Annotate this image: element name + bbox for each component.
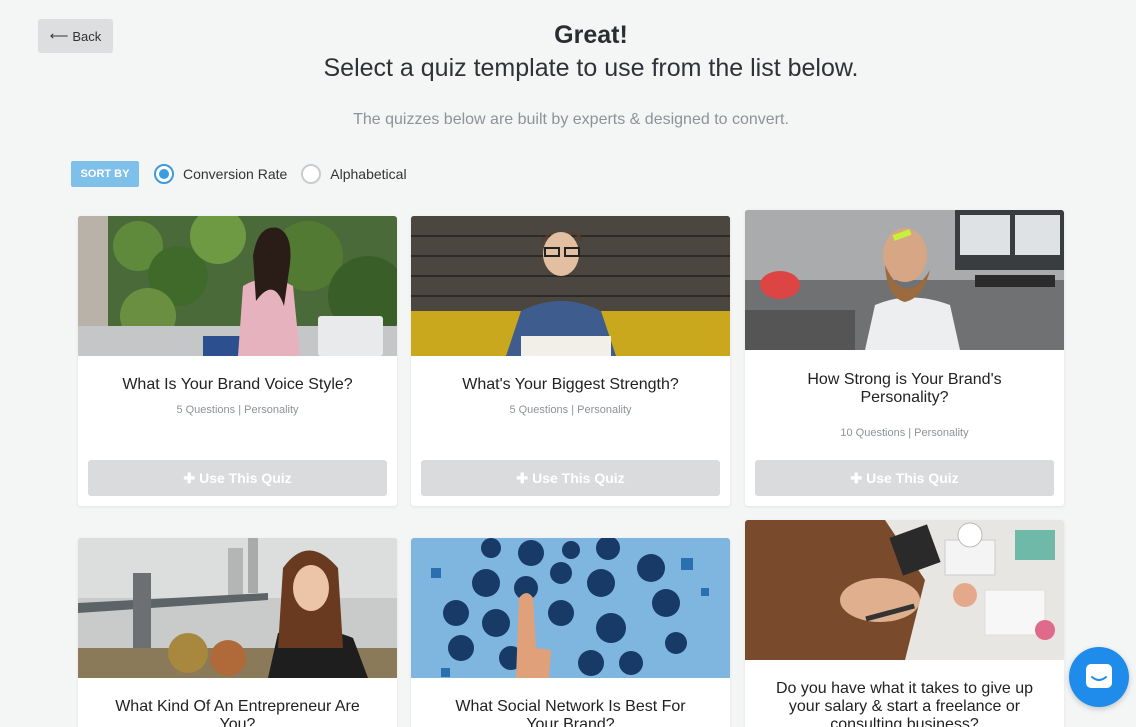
- quiz-meta: 5 Questions | Personality: [176, 404, 299, 416]
- quiz-title: Do you have what it takes to give up you…: [775, 680, 1034, 727]
- use-quiz-label: Use This Quiz: [199, 470, 292, 486]
- page-subtitle: Select a quiz template to use from the l…: [323, 54, 859, 82]
- quiz-image-man-writing: [411, 216, 730, 356]
- quiz-card: How Strong is Your Brand's Personality? …: [745, 210, 1064, 506]
- page-header: Great! Select a quiz template to use fro…: [0, 20, 1136, 85]
- use-quiz-label: Use This Quiz: [866, 470, 959, 486]
- quiz-title: What Kind Of An Entrepreneur Are You?: [115, 698, 360, 727]
- quiz-title: What Is Your Brand Voice Style?: [122, 376, 353, 393]
- chat-icon: [1086, 664, 1112, 688]
- quiz-card: What Is Your Brand Voice Style? 5 Questi…: [78, 216, 397, 506]
- sort-controls: SORT BY Conversion Rate Alphabetical: [71, 161, 407, 187]
- quiz-card: What's Your Biggest Strength? 5 Question…: [411, 216, 730, 506]
- quiz-card: What Kind Of An Entrepreneur Are You?: [78, 538, 397, 727]
- quiz-image-woman-phone: [78, 216, 397, 356]
- use-quiz-label: Use This Quiz: [532, 470, 625, 486]
- quiz-image-laughing-man: [745, 210, 1064, 350]
- quiz-title: How Strong is Your Brand's Personality?: [807, 371, 1002, 406]
- plus-icon: ✚: [516, 469, 529, 486]
- quiz-meta: 5 Questions | Personality: [509, 404, 632, 416]
- quiz-image-woman-bridge: [78, 538, 397, 678]
- sort-option-alphabetical[interactable]: Alphabetical: [301, 164, 407, 184]
- radio-checked-icon[interactable]: [154, 164, 174, 184]
- sort-by-badge: SORT BY: [71, 161, 139, 187]
- plus-icon: ✚: [850, 469, 863, 486]
- sort-option-label: Alphabetical: [330, 166, 407, 182]
- sort-option-label: Conversion Rate: [183, 166, 288, 182]
- use-this-quiz-button[interactable]: ✚ Use This Quiz: [755, 460, 1054, 496]
- quiz-image-social-network: [411, 538, 730, 678]
- use-this-quiz-button[interactable]: ✚ Use This Quiz: [88, 460, 387, 496]
- use-this-quiz-button[interactable]: ✚ Use This Quiz: [421, 460, 720, 496]
- page-tagline: The quizzes below are built by experts &…: [353, 111, 789, 128]
- quiz-card: Do you have what it takes to give up you…: [745, 520, 1064, 727]
- quiz-card: What Social Network Is Best For Your Bra…: [411, 538, 730, 727]
- quiz-title: What Social Network Is Best For Your Bra…: [455, 698, 686, 727]
- quiz-title: What's Your Biggest Strength?: [462, 376, 679, 393]
- quiz-meta: 10 Questions | Personality: [840, 427, 969, 439]
- sort-option-conversion-rate[interactable]: Conversion Rate: [154, 164, 287, 184]
- plus-icon: ✚: [183, 469, 196, 486]
- radio-unchecked-icon[interactable]: [301, 164, 322, 184]
- chat-launcher-button[interactable]: [1069, 647, 1129, 707]
- page-title: Great!: [554, 21, 628, 49]
- quiz-image-woman-desk: [745, 520, 1064, 660]
